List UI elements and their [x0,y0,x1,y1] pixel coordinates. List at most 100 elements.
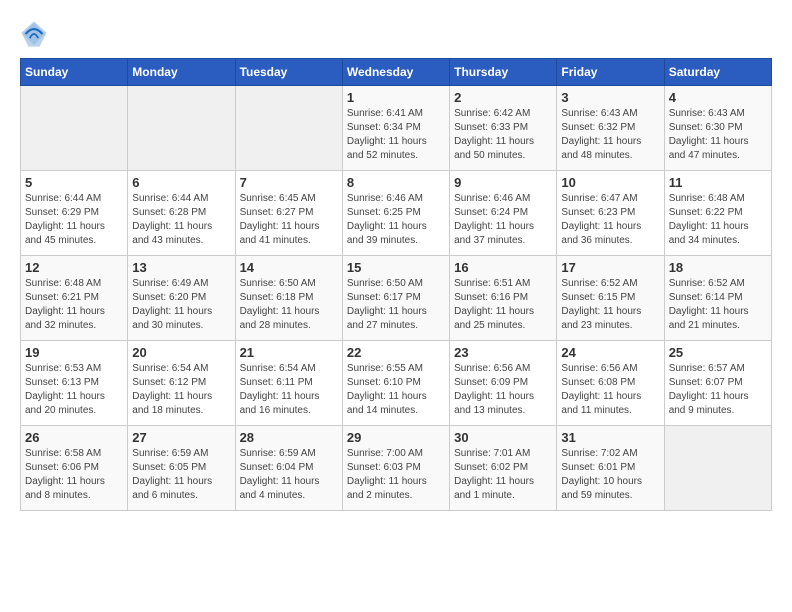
calendar-cell: 6 Sunrise: 6:44 AMSunset: 6:28 PMDaylight… [128,171,235,256]
day-number: 2 [454,90,552,105]
day-info: Sunrise: 6:46 AMSunset: 6:24 PMDaylight:… [454,192,552,248]
day-number: 18 [669,260,767,275]
week-row-5: 26 Sunrise: 6:58 AMSunset: 6:06 PMDayligh… [21,426,772,511]
day-info: Sunrise: 6:50 AMSunset: 6:17 PMDaylight:… [347,277,445,333]
day-number: 19 [25,345,123,360]
day-info: Sunrise: 6:51 AMSunset: 6:16 PMDaylight:… [454,277,552,333]
calendar-cell: 29 Sunrise: 7:00 AMSunset: 6:03 PMDayligh… [342,426,449,511]
header-friday: Friday [557,59,664,86]
calendar-cell: 21 Sunrise: 6:54 AMSunset: 6:11 PMDayligh… [235,341,342,426]
calendar-cell: 13Sunrise: 6:49 AMSunset: 6:20 PMDayligh… [128,256,235,341]
calendar-cell [664,426,771,511]
calendar-cell: 18 Sunrise: 6:52 AMSunset: 6:14 PMDayligh… [664,256,771,341]
day-info: Sunrise: 6:59 AMSunset: 6:04 PMDaylight:… [240,447,338,503]
day-info: Sunrise: 7:00 AMSunset: 6:03 PMDaylight:… [347,447,445,503]
day-number: 8 [347,175,445,190]
day-number: 24 [561,345,659,360]
header-monday: Monday [128,59,235,86]
logo-icon [20,20,48,48]
day-number: 14 [240,260,338,275]
day-number: 4 [669,90,767,105]
day-info: Sunrise: 6:58 AMSunset: 6:06 PMDaylight:… [25,447,123,503]
day-number: 26 [25,430,123,445]
day-number: 28 [240,430,338,445]
day-info: Sunrise: 6:44 AMSunset: 6:29 PMDaylight:… [25,192,123,248]
day-info: Sunrise: 6:55 AMSunset: 6:10 PMDaylight:… [347,362,445,418]
day-number: 12 [25,260,123,275]
header-saturday: Saturday [664,59,771,86]
week-row-1: 1 Sunrise: 6:41 AMSunset: 6:34 PMDaylight… [21,86,772,171]
day-number: 10 [561,175,659,190]
day-number: 29 [347,430,445,445]
calendar-cell: 20 Sunrise: 6:54 AMSunset: 6:12 PMDayligh… [128,341,235,426]
week-row-3: 12Sunrise: 6:48 AMSunset: 6:21 PMDayligh… [21,256,772,341]
day-number: 13 [132,260,230,275]
day-info: Sunrise: 7:02 AMSunset: 6:01 PMDaylight:… [561,447,659,503]
day-number: 6 [132,175,230,190]
header-sunday: Sunday [21,59,128,86]
day-info: Sunrise: 6:53 AMSunset: 6:13 PMDaylight:… [25,362,123,418]
calendar-cell: 16 Sunrise: 6:51 AMSunset: 6:16 PMDayligh… [450,256,557,341]
day-info: Sunrise: 6:59 AMSunset: 6:05 PMDaylight:… [132,447,230,503]
calendar-cell: 9Sunrise: 6:46 AMSunset: 6:24 PMDaylight… [450,171,557,256]
day-info: Sunrise: 6:43 AMSunset: 6:32 PMDaylight:… [561,107,659,163]
day-info: Sunrise: 6:41 AMSunset: 6:34 PMDaylight:… [347,107,445,163]
calendar-cell: 22 Sunrise: 6:55 AMSunset: 6:10 PMDayligh… [342,341,449,426]
day-number: 23 [454,345,552,360]
day-number: 3 [561,90,659,105]
calendar-cell [235,86,342,171]
calendar-cell: 12Sunrise: 6:48 AMSunset: 6:21 PMDayligh… [21,256,128,341]
header-thursday: Thursday [450,59,557,86]
day-info: Sunrise: 6:48 AMSunset: 6:22 PMDaylight:… [669,192,767,248]
day-info: Sunrise: 6:56 AMSunset: 6:08 PMDaylight:… [561,362,659,418]
day-number: 20 [132,345,230,360]
calendar-cell: 8Sunrise: 6:46 AMSunset: 6:25 PMDaylight… [342,171,449,256]
calendar-cell [128,86,235,171]
day-number: 16 [454,260,552,275]
calendar-cell: 7Sunrise: 6:45 AMSunset: 6:27 PMDaylight… [235,171,342,256]
calendar-cell: 25 Sunrise: 6:57 AMSunset: 6:07 PMDayligh… [664,341,771,426]
calendar-cell: 4 Sunrise: 6:43 AMSunset: 6:30 PMDaylight… [664,86,771,171]
day-number: 11 [669,175,767,190]
day-info: Sunrise: 6:43 AMSunset: 6:30 PMDaylight:… [669,107,767,163]
calendar-cell: 3 Sunrise: 6:43 AMSunset: 6:32 PMDaylight… [557,86,664,171]
day-number: 22 [347,345,445,360]
day-number: 31 [561,430,659,445]
day-number: 17 [561,260,659,275]
day-info: Sunrise: 6:50 AMSunset: 6:18 PMDaylight:… [240,277,338,333]
week-row-2: 5 Sunrise: 6:44 AMSunset: 6:29 PMDaylight… [21,171,772,256]
calendar-cell: 27Sunrise: 6:59 AMSunset: 6:05 PMDayligh… [128,426,235,511]
day-info: Sunrise: 7:01 AMSunset: 6:02 PMDaylight:… [454,447,552,503]
week-row-4: 19 Sunrise: 6:53 AMSunset: 6:13 PMDayligh… [21,341,772,426]
calendar-cell [21,86,128,171]
calendar-cell: 11 Sunrise: 6:48 AMSunset: 6:22 PMDayligh… [664,171,771,256]
day-info: Sunrise: 6:54 AMSunset: 6:12 PMDaylight:… [132,362,230,418]
calendar-header: SundayMondayTuesdayWednesdayThursdayFrid… [21,59,772,86]
calendar-table: SundayMondayTuesdayWednesdayThursdayFrid… [20,58,772,511]
calendar-cell: 10Sunrise: 6:47 AMSunset: 6:23 PMDayligh… [557,171,664,256]
day-info: Sunrise: 6:44 AMSunset: 6:28 PMDaylight:… [132,192,230,248]
calendar-cell: 2Sunrise: 6:42 AMSunset: 6:33 PMDaylight… [450,86,557,171]
day-info: Sunrise: 6:45 AMSunset: 6:27 PMDaylight:… [240,192,338,248]
day-info: Sunrise: 6:54 AMSunset: 6:11 PMDaylight:… [240,362,338,418]
day-number: 1 [347,90,445,105]
day-info: Sunrise: 6:52 AMSunset: 6:15 PMDaylight:… [561,277,659,333]
header-tuesday: Tuesday [235,59,342,86]
calendar-cell: 23Sunrise: 6:56 AMSunset: 6:09 PMDayligh… [450,341,557,426]
calendar-body: 1 Sunrise: 6:41 AMSunset: 6:34 PMDaylight… [21,86,772,511]
calendar-cell: 31 Sunrise: 7:02 AMSunset: 6:01 PMDayligh… [557,426,664,511]
day-number: 21 [240,345,338,360]
calendar-cell: 17 Sunrise: 6:52 AMSunset: 6:15 PMDayligh… [557,256,664,341]
page-header [20,20,772,48]
calendar-cell: 30Sunrise: 7:01 AMSunset: 6:02 PMDayligh… [450,426,557,511]
header-row: SundayMondayTuesdayWednesdayThursdayFrid… [21,59,772,86]
calendar-cell: 28 Sunrise: 6:59 AMSunset: 6:04 PMDayligh… [235,426,342,511]
calendar-cell: 19 Sunrise: 6:53 AMSunset: 6:13 PMDayligh… [21,341,128,426]
day-number: 5 [25,175,123,190]
logo [20,20,50,48]
day-info: Sunrise: 6:57 AMSunset: 6:07 PMDaylight:… [669,362,767,418]
day-info: Sunrise: 6:52 AMSunset: 6:14 PMDaylight:… [669,277,767,333]
calendar-cell: 14 Sunrise: 6:50 AMSunset: 6:18 PMDayligh… [235,256,342,341]
day-number: 25 [669,345,767,360]
header-wednesday: Wednesday [342,59,449,86]
